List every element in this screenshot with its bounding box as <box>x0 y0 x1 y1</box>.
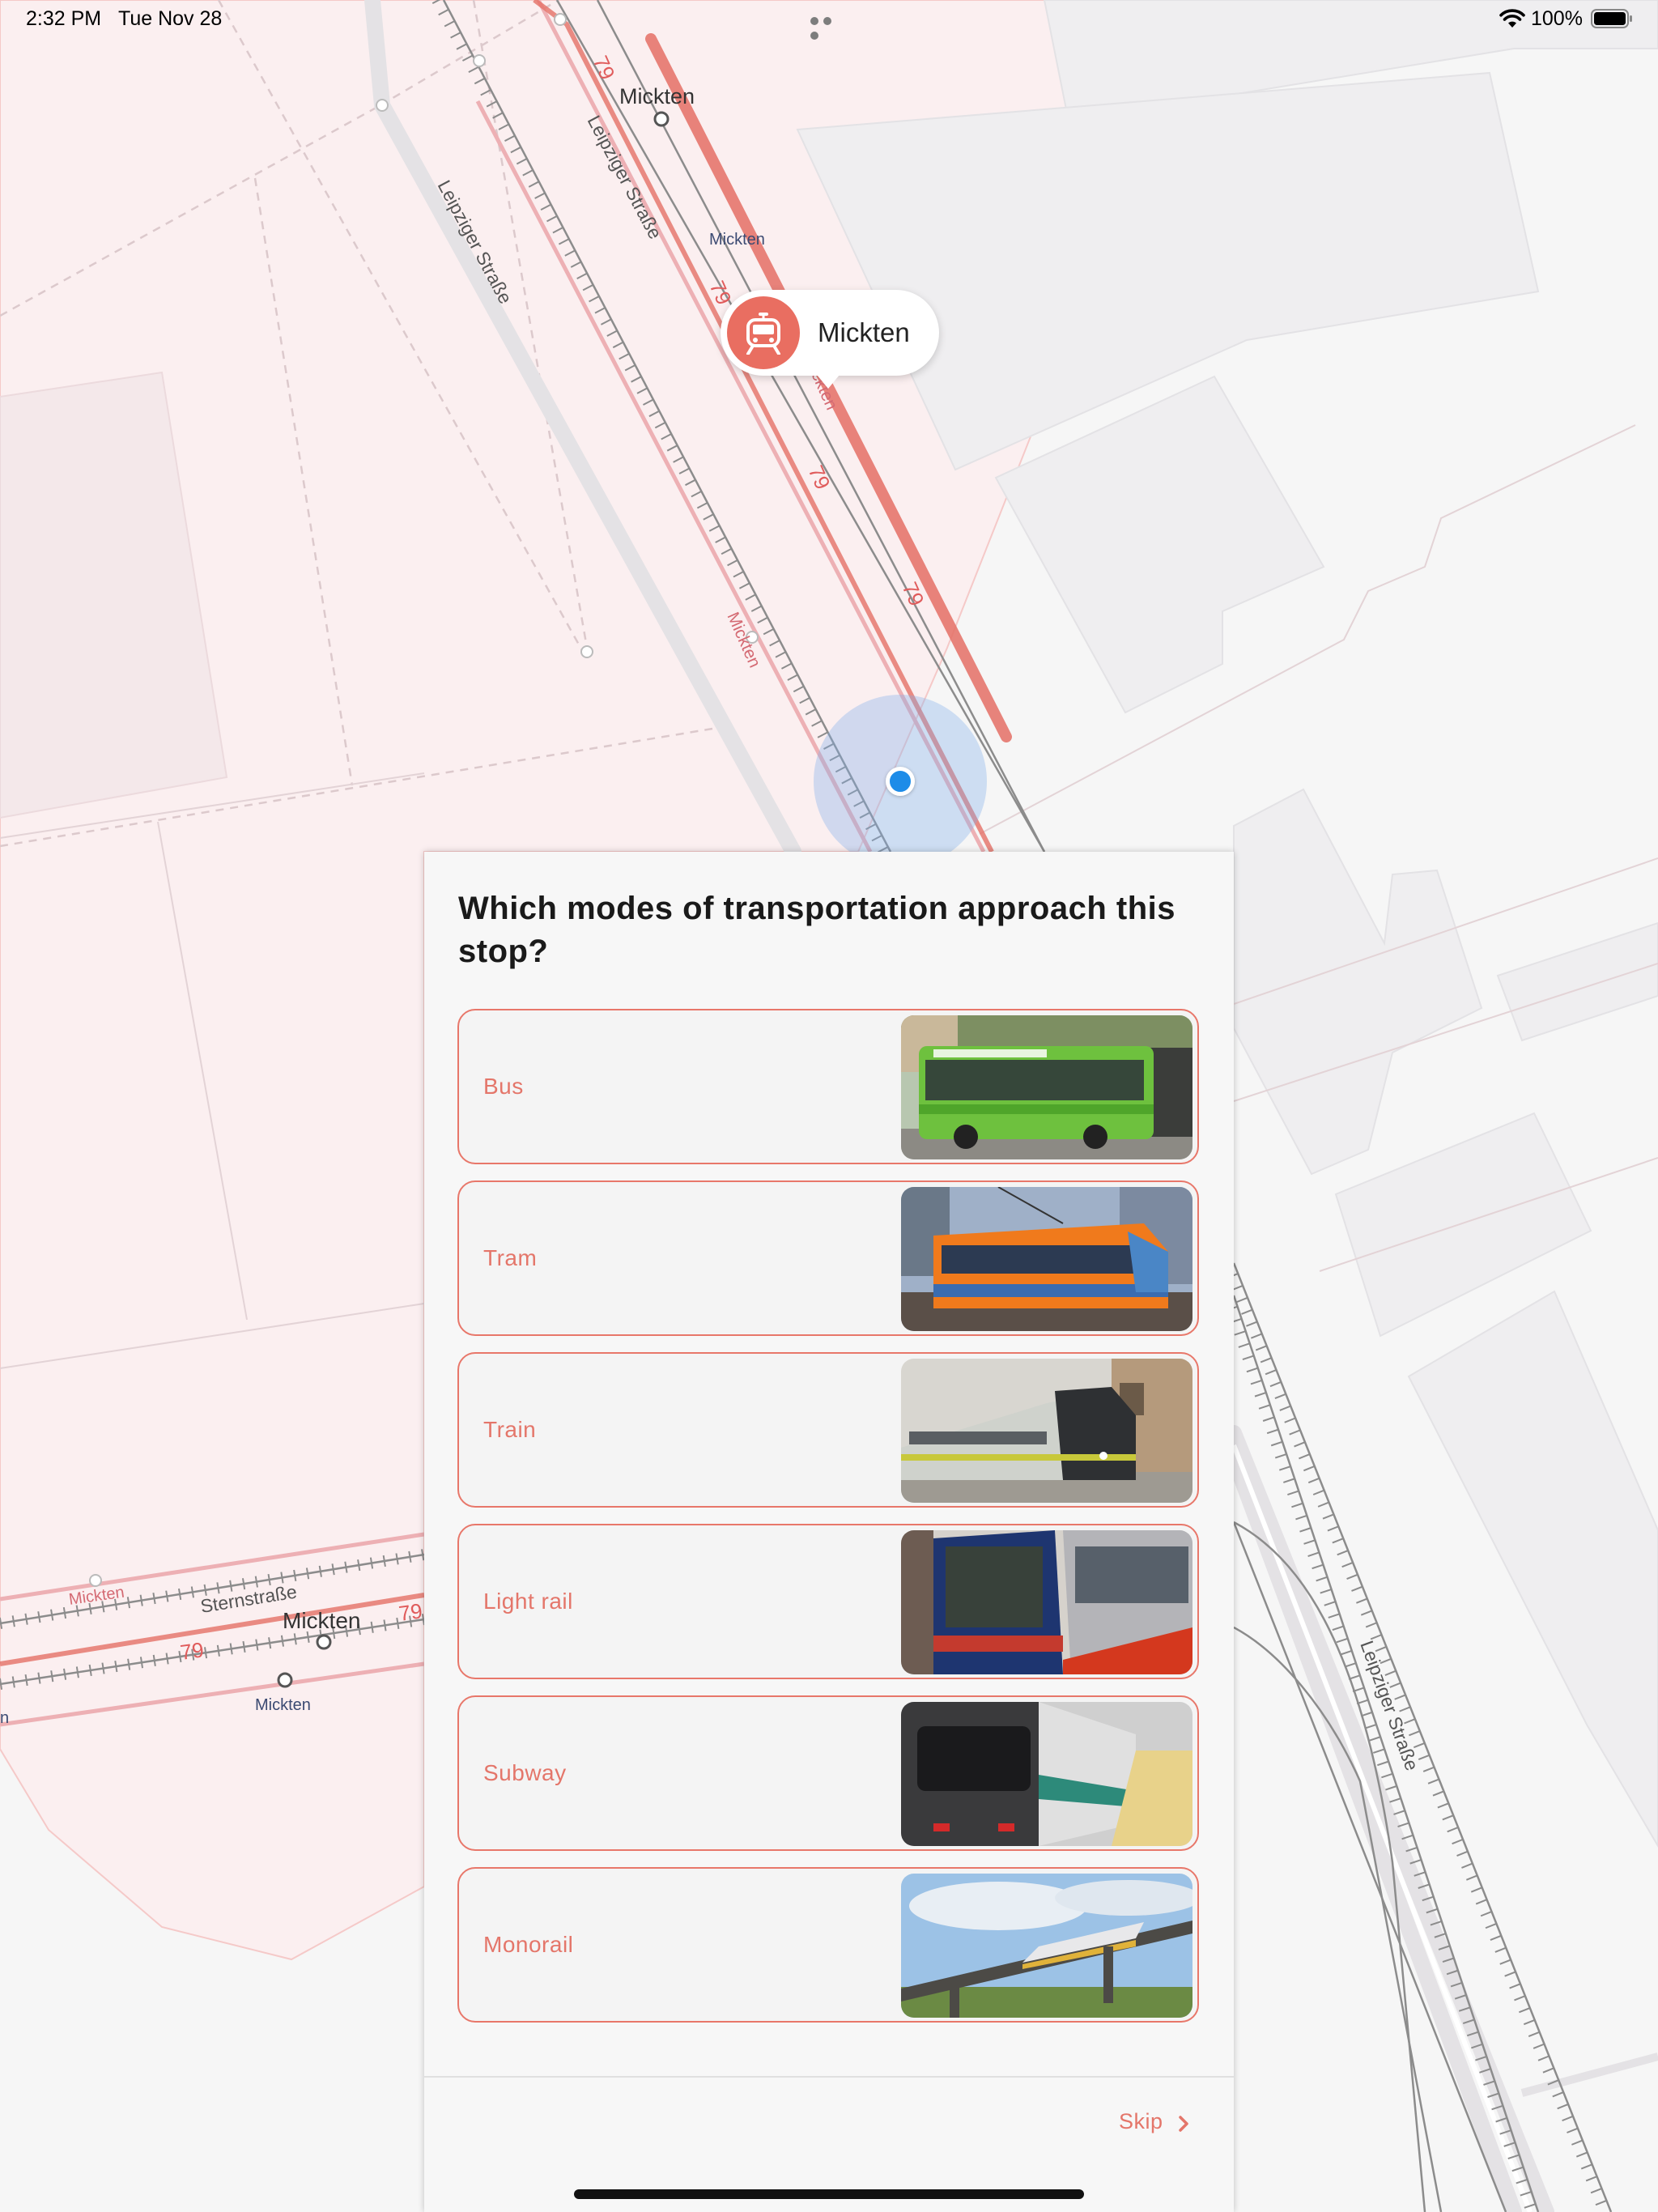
option-bus[interactable]: Bus <box>457 1009 1199 1164</box>
home-indicator[interactable] <box>574 2189 1084 2199</box>
option-monorail[interactable]: Monorail <box>457 1867 1199 2023</box>
map-label-stop: Mickten <box>255 1696 311 1714</box>
skip-button[interactable]: Skip <box>1119 2109 1189 2145</box>
bus-image <box>901 1015 1192 1159</box>
map-label-stop: Mickten <box>709 231 765 249</box>
stop-name: Mickten <box>818 317 910 347</box>
battery-percentage: 100% <box>1531 7 1583 30</box>
answer-options: Bus Tram Train Light rail Subway Monorai… <box>457 1009 1202 2039</box>
train-image <box>901 1359 1192 1503</box>
quest-panel: Which modes of transportation approach t… <box>424 852 1234 2212</box>
quest-question: Which modes of transportation approach t… <box>458 891 1175 969</box>
option-train[interactable]: Train <box>457 1352 1199 1508</box>
chevron-right-icon <box>1179 2116 1188 2132</box>
option-label: Monorail <box>483 1932 574 1957</box>
user-location-dot <box>886 767 915 796</box>
status-time: 2:32 PM <box>26 7 102 30</box>
option-label: Bus <box>483 1074 524 1099</box>
building <box>1233 788 1483 1176</box>
monorail-image <box>901 1874 1192 2018</box>
route-label: 79 <box>397 1598 424 1626</box>
status-bar: 2:32 PM Tue Nov 28 100% <box>0 0 1658 40</box>
map-label-stop: n <box>0 1709 9 1727</box>
status-date: Tue Nov 28 <box>118 7 223 30</box>
option-label: Train <box>483 1417 537 1442</box>
panel-divider <box>424 2076 1234 2078</box>
building <box>1407 1290 1658 1848</box>
stop-callout[interactable]: Mickten <box>721 290 939 389</box>
building <box>1496 921 1658 1042</box>
battery-icon <box>1591 9 1632 28</box>
map-label-stop: Mickten <box>283 1608 360 1633</box>
map-label-stop: Mickten <box>619 84 695 108</box>
tram-icon <box>727 296 800 369</box>
route-label: 79 <box>179 1637 206 1665</box>
option-label: Tram <box>483 1245 538 1270</box>
multitasking-dots-icon[interactable] <box>810 15 848 40</box>
option-label: Light rail <box>483 1589 573 1614</box>
subway-image <box>901 1702 1192 1846</box>
tram-image <box>901 1187 1192 1331</box>
option-light-rail[interactable]: Light rail <box>457 1524 1199 1679</box>
light-rail-image <box>901 1530 1192 1674</box>
option-subway[interactable]: Subway <box>457 1695 1199 1851</box>
skip-label: Skip <box>1119 2109 1163 2133</box>
option-label: Subway <box>483 1760 567 1785</box>
option-tram[interactable]: Tram <box>457 1180 1199 1336</box>
wifi-icon <box>1499 9 1525 28</box>
